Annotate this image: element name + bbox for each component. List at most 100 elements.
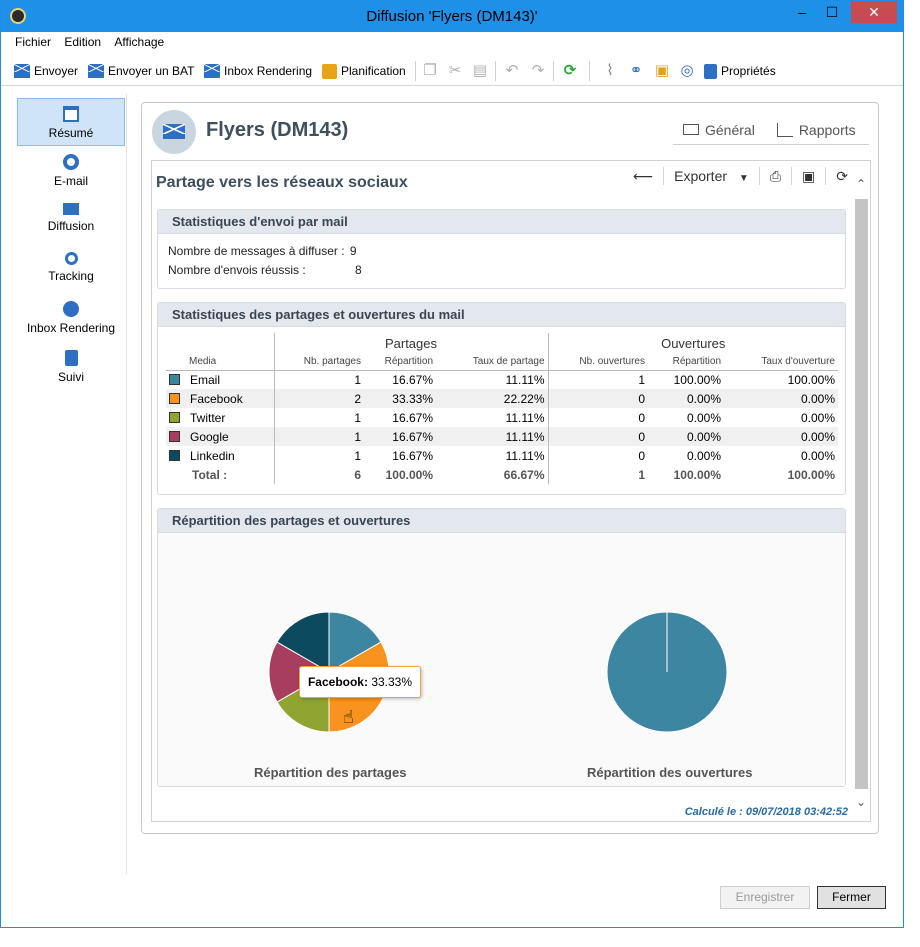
mail-stats-panel: Statistiques d'envoi par mail Nombre de … bbox=[157, 209, 846, 289]
inbox-rendering-button[interactable]: Inbox Rendering bbox=[204, 62, 312, 80]
sidebar-item-label: Suivi bbox=[57, 370, 84, 384]
opens-chart-title: Répartition des ouvertures bbox=[587, 765, 753, 780]
summary-icon bbox=[63, 106, 79, 122]
chart-tooltip: Facebook: 33.33% bbox=[299, 666, 421, 698]
properties-button[interactable]: Propriétés bbox=[704, 62, 776, 80]
table-cell: 33.33% bbox=[364, 389, 436, 408]
table-cell: 16.67% bbox=[392, 448, 433, 463]
vertical-scrollbar[interactable]: ⌃ ⌄ bbox=[853, 171, 869, 811]
attachment-icon[interactable]: ⌇ bbox=[602, 63, 618, 79]
table-cell: 16.67% bbox=[392, 372, 433, 387]
table-cell: 1 bbox=[354, 448, 361, 463]
tracking-icon bbox=[64, 252, 78, 265]
delivery-icon bbox=[63, 203, 79, 215]
total-cell: 6 bbox=[354, 467, 361, 482]
minimize-button[interactable]: – bbox=[787, 1, 817, 23]
print-icon[interactable]: ⎙ bbox=[770, 168, 781, 185]
table-cell: 0 bbox=[638, 410, 645, 425]
table-cell: 0.00% bbox=[686, 410, 721, 425]
scroll-up-icon[interactable]: ⌃ bbox=[853, 177, 869, 193]
sidebar-item-resume[interactable]: Résumé bbox=[17, 98, 125, 146]
menu-affichage[interactable]: Affichage bbox=[114, 32, 164, 52]
inbox-rendering-label: Inbox Rendering bbox=[224, 64, 313, 78]
table-row: Facebook 2 33.33% 22.22% 0 0.00% 0.00% bbox=[166, 389, 838, 408]
table-cell: 0 bbox=[548, 427, 648, 446]
table-row: Linkedin 1 16.67% 11.11% 0 0.00% 0.00% bbox=[166, 446, 838, 465]
send-proof-button[interactable]: Envoyer un BAT bbox=[88, 62, 194, 80]
envelope-icon bbox=[14, 64, 30, 78]
paste-icon[interactable]: ▤ bbox=[472, 63, 488, 79]
save-icon[interactable]: ▣ bbox=[802, 168, 815, 185]
gift-icon[interactable]: ▣ bbox=[654, 63, 670, 79]
toolbar-separator bbox=[758, 167, 760, 185]
planning-button[interactable]: Planification bbox=[322, 62, 406, 80]
sidebar-item-diffusion[interactable]: Diffusion bbox=[17, 196, 125, 244]
refresh-icon[interactable]: ⟳ bbox=[562, 63, 578, 79]
close-window-button[interactable]: ✕ bbox=[851, 1, 897, 23]
sidebar-item-inbox-rendering[interactable]: Inbox Rendering bbox=[17, 294, 125, 342]
line-chart-icon bbox=[776, 122, 793, 137]
table-cell: 0.00% bbox=[800, 410, 835, 425]
column-header[interactable]: Répartition bbox=[364, 353, 436, 371]
sidebar-item-label: Tracking bbox=[48, 269, 94, 283]
tab-reports[interactable]: Rapports bbox=[776, 122, 856, 138]
copy-icon[interactable]: ❐ bbox=[422, 63, 438, 79]
link-icon[interactable]: ⚭ bbox=[628, 63, 644, 79]
app-window: Diffusion 'Flyers (DM143)' – ☐ ✕ Fichier… bbox=[0, 0, 904, 928]
total-cell: 100.00% bbox=[673, 467, 721, 482]
toolbar-separator bbox=[553, 61, 554, 81]
maximize-button[interactable]: ☐ bbox=[817, 1, 847, 23]
tab-general-label: Général bbox=[705, 121, 755, 138]
toolbar-separator bbox=[589, 61, 590, 81]
target-icon[interactable]: ◎ bbox=[679, 63, 695, 79]
tab-general[interactable]: Général bbox=[683, 122, 755, 138]
clipboard-icon bbox=[704, 63, 717, 79]
media-cell: Linkedin bbox=[166, 446, 275, 465]
delivery-avatar bbox=[152, 110, 196, 154]
main-content: Flyers (DM143) Général Rapports Partage … bbox=[141, 102, 879, 834]
opens-pie-chart bbox=[606, 611, 728, 733]
charts-area: Facebook: 33.33% ☝ Répartition des parta… bbox=[158, 533, 845, 786]
cut-icon[interactable]: ✂ bbox=[447, 63, 463, 79]
media-name: Facebook bbox=[190, 391, 243, 406]
hand-cursor-icon: ☝ bbox=[343, 707, 354, 727]
legend-swatch bbox=[169, 373, 180, 385]
table-group-header: Partages Ouvertures bbox=[166, 333, 838, 353]
table-cell: 1 bbox=[274, 427, 364, 446]
back-icon[interactable]: ⟵ bbox=[633, 168, 653, 185]
menu-fichier[interactable]: Fichier bbox=[15, 32, 51, 52]
save-button[interactable]: Enregistrer bbox=[720, 886, 810, 909]
send-proof-label: Envoyer un BAT bbox=[108, 64, 195, 78]
column-header[interactable]: Taux d'ouverture bbox=[724, 353, 838, 371]
envelope-check-icon bbox=[204, 64, 220, 78]
tooltip-value: 33.33% bbox=[371, 675, 413, 689]
sidebar-item-label: Diffusion bbox=[47, 219, 95, 233]
successful-sends: Nombre d'envois réussis : 8 bbox=[168, 263, 362, 277]
scroll-down-icon[interactable]: ⌄ bbox=[853, 795, 869, 811]
total-label: Total : bbox=[166, 465, 275, 484]
column-header[interactable]: Nb. partages bbox=[274, 353, 364, 371]
menu-bar: Fichier Edition Affichage bbox=[1, 32, 903, 52]
sidebar-item-email[interactable]: E-mail bbox=[17, 147, 125, 195]
media-name: Twitter bbox=[190, 410, 226, 425]
column-header[interactable]: Nb. ouvertures bbox=[548, 353, 648, 371]
column-header[interactable]: Répartition bbox=[648, 353, 724, 371]
menu-edition[interactable]: Edition bbox=[64, 32, 101, 52]
toolbar-separator bbox=[825, 167, 827, 185]
reload-icon[interactable]: ⟳ bbox=[836, 168, 848, 185]
report-title: Partage vers les réseaux sociaux bbox=[156, 174, 408, 191]
column-header[interactable]: Media bbox=[166, 353, 275, 371]
table-cell: 2 bbox=[274, 389, 364, 408]
sidebar-item-suivi[interactable]: Suivi bbox=[17, 343, 125, 391]
undo-icon[interactable]: ↶ bbox=[504, 63, 520, 79]
sidebar-item-tracking[interactable]: Tracking bbox=[17, 245, 125, 293]
legend-swatch bbox=[169, 449, 180, 461]
send-button[interactable]: Envoyer bbox=[14, 62, 78, 80]
share-stats-table: Partages Ouvertures Media Nb. partages R… bbox=[166, 333, 838, 484]
column-header[interactable]: Taux de partage bbox=[436, 353, 549, 371]
export-dropdown[interactable]: Exporter ▼ bbox=[674, 168, 749, 184]
scroll-thumb[interactable] bbox=[855, 199, 868, 789]
close-button[interactable]: Fermer bbox=[817, 886, 886, 909]
redo-icon[interactable]: ↷ bbox=[530, 63, 546, 79]
globe-icon bbox=[63, 301, 79, 317]
